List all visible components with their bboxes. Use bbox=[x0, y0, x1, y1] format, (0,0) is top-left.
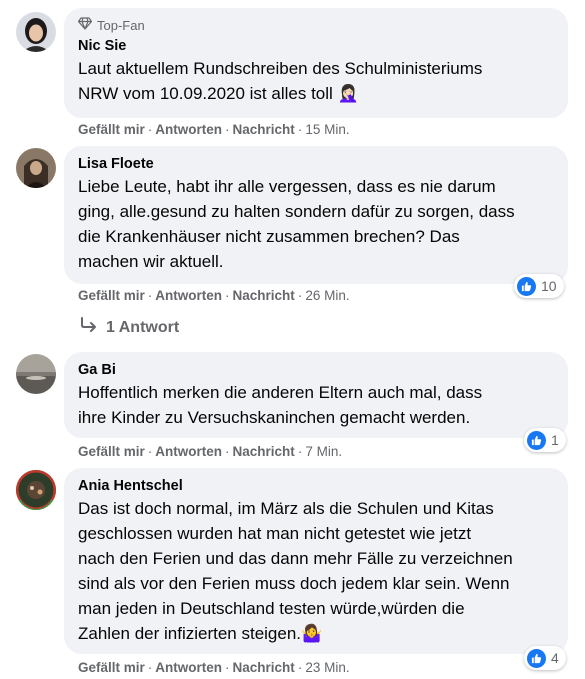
comment-author[interactable]: Ga Bi bbox=[78, 360, 554, 380]
reply-arrow-icon bbox=[80, 317, 98, 338]
like-link[interactable]: Gefällt mir bbox=[78, 122, 145, 137]
comment-text: Das ist doch normal, im März als die Sch… bbox=[78, 496, 554, 646]
comment-line: Hoffentlich merken die anderen Eltern au… bbox=[78, 383, 483, 402]
comment-text: Liebe Leute, habt ihr alle vergessen, da… bbox=[78, 174, 554, 274]
message-link[interactable]: Nachricht bbox=[233, 660, 295, 675]
reaction-count: 4 bbox=[551, 650, 559, 666]
timestamp[interactable]: 26 Min. bbox=[305, 288, 349, 303]
reaction-count: 1 bbox=[551, 432, 559, 448]
avatar-nic-sie[interactable] bbox=[16, 12, 56, 52]
avatar-ga-bi[interactable] bbox=[16, 354, 56, 394]
comment-line: Das ist doch normal, im März als die Sch… bbox=[78, 499, 494, 518]
comment-author[interactable]: Lisa Floete bbox=[78, 154, 554, 174]
comment-bubble: Ania Hentschel Das ist doch normal, im M… bbox=[64, 468, 568, 654]
comment-line: geschlossen wurden hat man nicht geteste… bbox=[78, 524, 472, 543]
like-link[interactable]: Gefällt mir bbox=[78, 444, 145, 459]
comment-bubble: Top-Fan Nic Sie Laut aktuellem Rundschre… bbox=[64, 8, 568, 118]
reaction-summary[interactable]: 1 bbox=[524, 428, 566, 452]
message-link[interactable]: Nachricht bbox=[233, 444, 295, 459]
avatar-ania-hentschel[interactable] bbox=[16, 470, 56, 510]
comment-author[interactable]: Ania Hentschel bbox=[78, 476, 554, 496]
comment-line: ging, alle.gesund zu halten sondern dafü… bbox=[78, 202, 515, 221]
comment-line: Laut aktuellem Rundschreiben des Schulmi… bbox=[78, 59, 483, 78]
comment-line: NRW vom 10.09.2020 ist alles toll 🤦🏻‍♀️ bbox=[78, 84, 359, 103]
like-link[interactable]: Gefällt mir bbox=[78, 288, 145, 303]
reply-link[interactable]: Antworten bbox=[155, 122, 222, 137]
comment-line: ihre Kinder zu Versuchskaninchen gemacht… bbox=[78, 408, 471, 427]
reaction-summary[interactable]: 10 bbox=[514, 274, 564, 298]
like-link[interactable]: Gefällt mir bbox=[78, 660, 145, 675]
comment-line: machen wir aktuell. bbox=[78, 252, 224, 271]
timestamp[interactable]: 23 Min. bbox=[305, 660, 349, 675]
top-fan-badge: Top-Fan bbox=[77, 17, 554, 33]
view-replies-link[interactable]: 1 Antwort bbox=[80, 317, 179, 338]
diamond-icon bbox=[77, 17, 93, 33]
replies-count-label: 1 Antwort bbox=[106, 318, 180, 336]
comment-actions: Gefällt mir · Antworten · Nachricht · 7 Min. bbox=[78, 444, 343, 459]
message-link[interactable]: Nachricht bbox=[233, 122, 295, 137]
badge-label: Top-Fan bbox=[97, 17, 145, 33]
reaction-summary[interactable]: 4 bbox=[524, 646, 566, 670]
comment-actions: Gefällt mir · Antworten · Nachricht · 15 Min. bbox=[78, 122, 350, 137]
comment-line: sind als vor den Ferien muss doch jedem … bbox=[78, 574, 510, 593]
thumbs-up-icon bbox=[527, 430, 546, 450]
comment-actions: Gefällt mir · Antworten · Nachricht · 26 Min. bbox=[78, 288, 350, 303]
comment-text: Laut aktuellem Rundschreiben des Schulmi… bbox=[78, 56, 554, 106]
reaction-count: 10 bbox=[541, 278, 557, 294]
comment-line: die Krankenhäuser nicht zusammen brechen… bbox=[78, 227, 460, 246]
comment-actions: Gefällt mir · Antworten · Nachricht · 23 Min. bbox=[78, 660, 350, 675]
reply-link[interactable]: Antworten bbox=[155, 444, 222, 459]
reply-link[interactable]: Antworten bbox=[155, 288, 222, 303]
message-link[interactable]: Nachricht bbox=[233, 288, 295, 303]
comment-text: Hoffentlich merken die anderen Eltern au… bbox=[78, 380, 554, 430]
thumbs-up-icon bbox=[527, 648, 546, 668]
comment-author[interactable]: Nic Sie bbox=[78, 36, 554, 56]
reply-link[interactable]: Antworten bbox=[155, 660, 222, 675]
comment-line: Liebe Leute, habt ihr alle vergessen, da… bbox=[78, 177, 496, 196]
comment-line: Zahlen der infizierten steigen.🤷‍♀️ bbox=[78, 624, 323, 643]
timestamp[interactable]: 15 Min. bbox=[305, 122, 349, 137]
avatar-lisa-floete[interactable] bbox=[16, 148, 56, 188]
comment-bubble: Ga Bi Hoffentlich merken die anderen Elt… bbox=[64, 352, 568, 438]
thumbs-up-icon bbox=[517, 276, 536, 296]
timestamp[interactable]: 7 Min. bbox=[305, 444, 342, 459]
comment-line: nach den Ferien und das dann mehr Fälle … bbox=[78, 549, 513, 568]
comment-line: man jeden in Deutschland testen würde,wü… bbox=[78, 599, 465, 618]
comment-bubble: Lisa Floete Liebe Leute, habt ihr alle v… bbox=[64, 146, 568, 284]
